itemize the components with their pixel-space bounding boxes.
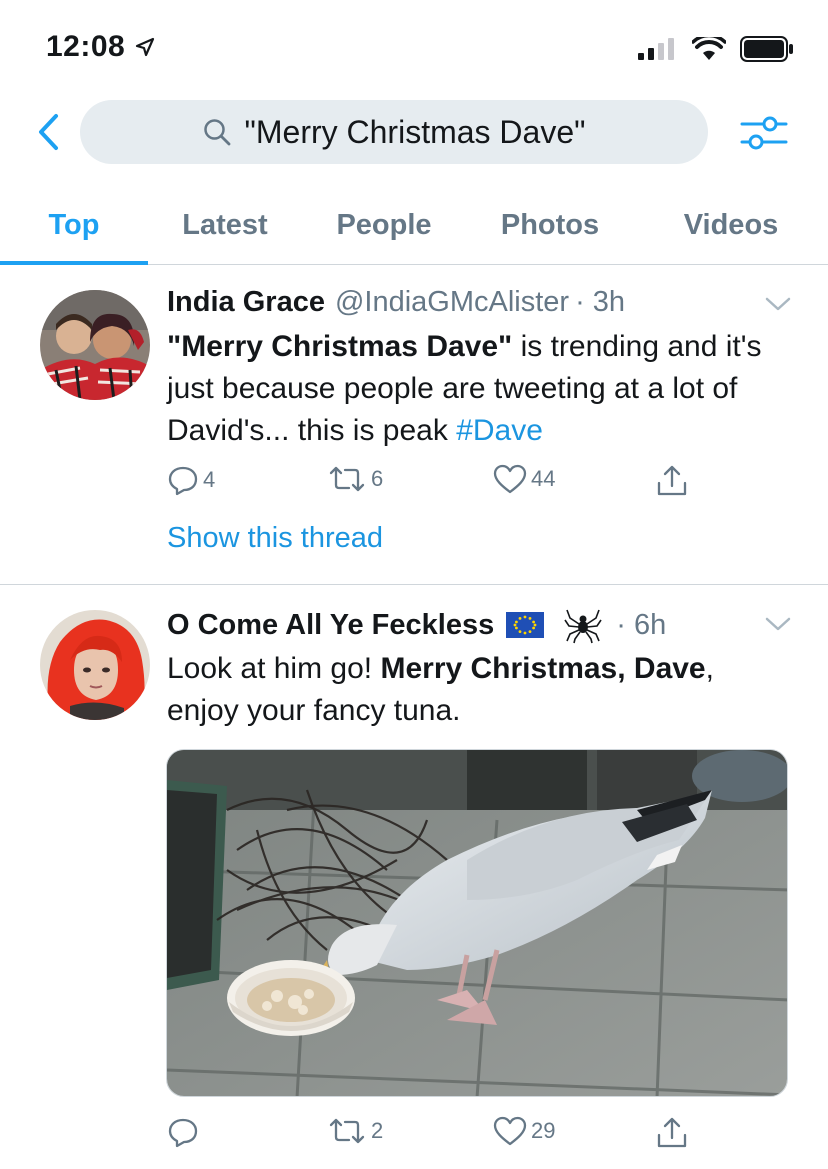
tab-latest[interactable]: Latest bbox=[160, 186, 290, 264]
tweet-author-name[interactable]: O Come All Ye Feckless bbox=[167, 609, 494, 642]
like-button[interactable]: 29 bbox=[493, 1116, 555, 1146]
retweet-button[interactable]: 2 bbox=[327, 1116, 383, 1146]
avatar[interactable] bbox=[40, 290, 150, 400]
chevron-down-icon[interactable] bbox=[764, 614, 792, 634]
tweet-bold-text: Merry Christmas, Dave bbox=[380, 652, 706, 685]
search-input[interactable]: "Merry Christmas Dave" bbox=[80, 100, 708, 164]
status-time: 12:08 bbox=[46, 30, 155, 64]
heart-icon bbox=[493, 464, 527, 494]
like-count: 44 bbox=[531, 466, 556, 491]
tab-videos[interactable]: Videos bbox=[664, 186, 798, 264]
active-tab-indicator bbox=[0, 261, 148, 265]
tweet-text: Look at him go! Merry Christmas, Dave, e… bbox=[167, 648, 787, 732]
show-thread-link[interactable]: Show this thread bbox=[167, 522, 383, 555]
retweet-count: 6 bbox=[371, 466, 384, 491]
seagull-photo bbox=[167, 750, 787, 1096]
clock-text: 12:08 bbox=[46, 30, 126, 63]
wifi-icon bbox=[692, 37, 726, 60]
hashtag-link[interactable]: #Dave bbox=[456, 414, 543, 447]
tweet[interactable]: India Grace @IndiaGMcAlister · 3h "Merry… bbox=[0, 266, 828, 585]
reply-icon bbox=[168, 466, 198, 496]
tweet[interactable]: O Come All Ye Feckless · 6h Look at him … bbox=[0, 586, 828, 1169]
tab-people[interactable]: People bbox=[318, 186, 450, 264]
avatar-image bbox=[40, 610, 150, 720]
chevron-left-icon bbox=[39, 114, 58, 150]
tweet-header: O Come All Ye Feckless · 6h bbox=[167, 606, 666, 644]
tweet-body-text: Look at him go! bbox=[167, 652, 381, 685]
sliders-icon bbox=[740, 116, 788, 150]
share-button[interactable] bbox=[655, 464, 689, 498]
tweet-actions: 2 29 bbox=[167, 1116, 727, 1156]
avatar[interactable] bbox=[40, 610, 150, 720]
tweet-author-name[interactable]: India Grace bbox=[167, 286, 325, 319]
reply-count: 4 bbox=[203, 467, 216, 492]
search-tabs: Top Latest People Photos Videos bbox=[0, 186, 828, 265]
share-icon bbox=[657, 1117, 687, 1148]
chevron-down-icon[interactable] bbox=[764, 294, 792, 314]
retweet-count: 2 bbox=[371, 1118, 384, 1143]
battery-icon bbox=[740, 36, 793, 62]
cellular-signal-icon bbox=[638, 38, 674, 60]
tweet-timestamp: · 6h bbox=[616, 608, 667, 641]
status-icons bbox=[638, 36, 794, 62]
back-button[interactable] bbox=[28, 110, 68, 154]
tweet-timestamp: · 3h bbox=[575, 286, 626, 318]
retweet-icon bbox=[329, 1118, 365, 1144]
tweet-author-handle[interactable]: @IndiaGMcAlister bbox=[335, 286, 569, 319]
reply-button[interactable]: 4 bbox=[167, 464, 215, 496]
share-button[interactable] bbox=[655, 1116, 689, 1150]
search-header: "Merry Christmas Dave" bbox=[0, 96, 828, 172]
retweet-icon bbox=[329, 466, 365, 492]
tweet-bold-text: "Merry Christmas Dave" bbox=[167, 330, 513, 363]
tweet-actions: 4 6 44 bbox=[167, 464, 727, 504]
avatar-image bbox=[40, 290, 150, 400]
like-button[interactable]: 44 bbox=[493, 464, 555, 494]
retweet-button[interactable]: 6 bbox=[327, 464, 383, 494]
tweet-text: "Merry Christmas Dave" is trending and i… bbox=[167, 326, 787, 452]
search-filter-button[interactable] bbox=[738, 112, 790, 154]
reply-icon bbox=[168, 1118, 198, 1148]
heart-icon bbox=[493, 1116, 527, 1146]
tweet-media-photo[interactable] bbox=[166, 749, 788, 1097]
spider-icon bbox=[564, 609, 602, 644]
tab-photos[interactable]: Photos bbox=[480, 186, 620, 264]
tab-top[interactable]: Top bbox=[0, 186, 148, 264]
location-arrow-icon bbox=[136, 37, 155, 57]
eu-flag-icon bbox=[506, 612, 545, 638]
share-icon bbox=[657, 465, 687, 496]
reply-button[interactable] bbox=[167, 1116, 203, 1148]
search-icon bbox=[203, 119, 230, 146]
search-query-text: "Merry Christmas Dave" bbox=[244, 113, 586, 150]
like-count: 29 bbox=[531, 1118, 556, 1143]
tweet-header: India Grace @IndiaGMcAlister · 3h bbox=[167, 286, 625, 319]
status-bar: 12:08 bbox=[0, 0, 828, 96]
